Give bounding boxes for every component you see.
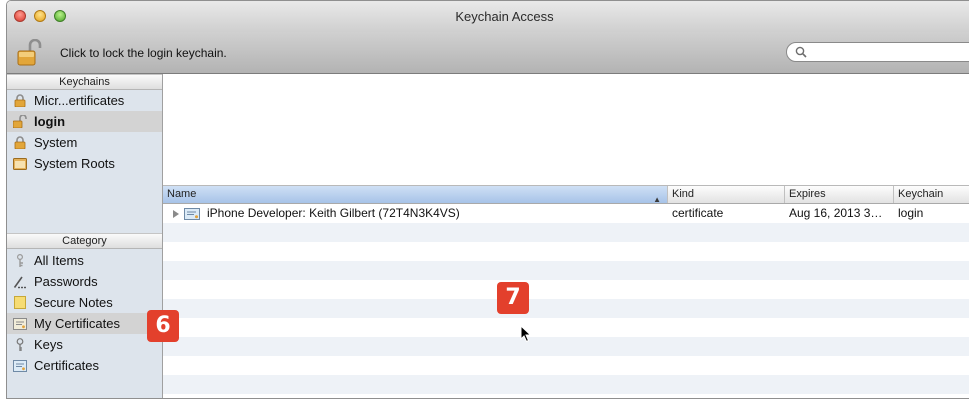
all-items-icon xyxy=(13,253,27,268)
sidebar-item-system-roots[interactable]: System Roots xyxy=(7,153,162,174)
sidebar-item-label: Passwords xyxy=(34,274,98,289)
title-bar: Keychain Access xyxy=(7,1,969,32)
sidebar-item-label: Secure Notes xyxy=(34,295,113,310)
certificate-table: iPhone Developer: Keith Gilbert (72T4N3K… xyxy=(163,204,969,398)
callout-badge-7: 7 xyxy=(497,282,529,314)
cell-kind: certificate xyxy=(672,206,724,220)
toolbar: Click to lock the login keychain. xyxy=(7,32,969,74)
sidebar-item-keys[interactable]: Keys xyxy=(7,334,162,355)
column-header-label: Name xyxy=(167,188,197,200)
sidebar-item-label: All Items xyxy=(34,253,84,268)
cell-name: iPhone Developer: Keith Gilbert (72T4N3K… xyxy=(171,204,661,223)
sidebar-item-certificates[interactable]: Certificates xyxy=(7,355,162,376)
column-header-keychain[interactable]: Keychain xyxy=(894,186,969,203)
table-row[interactable]: iPhone Developer: Keith Gilbert (72T4N3K… xyxy=(163,204,969,223)
cell-keychain: login xyxy=(898,206,924,220)
lock-keychain-text[interactable]: Click to lock the login keychain. xyxy=(60,46,227,60)
column-header-label: Expires xyxy=(789,188,826,200)
column-header-label: Kind xyxy=(672,188,695,200)
window-title: Keychain Access xyxy=(455,9,554,24)
sidebar-item-label: Keys xyxy=(34,337,63,352)
column-header-name[interactable]: Name ▲ xyxy=(163,186,668,204)
certificate-name: iPhone Developer: Keith Gilbert (72T4N3K… xyxy=(207,206,460,220)
lock-icon xyxy=(13,136,27,150)
key-icon xyxy=(13,337,27,352)
sidebar-item-label: Micr...ertificates xyxy=(34,93,125,108)
folder-icon xyxy=(13,157,27,171)
secure-notes-icon xyxy=(13,296,27,310)
sidebar-item-label: System xyxy=(34,135,78,150)
sidebar-item-label: My Certificates xyxy=(34,316,120,331)
certificate-icon xyxy=(13,359,27,373)
column-header-expires[interactable]: Expires xyxy=(785,186,894,203)
open-lock-icon[interactable] xyxy=(16,39,44,67)
sidebar-item-label: Certificates xyxy=(34,358,100,373)
open-lock-icon xyxy=(13,115,27,129)
sidebar-item-passwords[interactable]: Passwords xyxy=(7,271,162,292)
sidebar-item-my-certificates[interactable]: My Certificates xyxy=(7,313,162,334)
item-preview-area xyxy=(163,74,969,186)
certificate-icon xyxy=(13,317,27,331)
search-field[interactable] xyxy=(786,42,969,62)
disclosure-triangle-icon[interactable] xyxy=(171,209,181,219)
certificate-icon xyxy=(184,207,200,220)
sidebar-item-microsoft-certificates[interactable]: Micr...ertificates xyxy=(7,90,162,111)
sidebar-item-system[interactable]: System xyxy=(7,132,162,153)
category-header: Category xyxy=(7,233,162,249)
sidebar-item-secure-notes[interactable]: Secure Notes xyxy=(7,292,162,313)
passwords-icon xyxy=(13,275,27,289)
sidebar: Keychains Micr...ertificates login Syste… xyxy=(7,74,163,398)
sidebar-item-login[interactable]: login xyxy=(7,111,162,132)
sidebar-item-label: System Roots xyxy=(34,156,115,171)
callout-badge-6: 6 xyxy=(147,310,179,342)
mouse-pointer-icon xyxy=(520,325,532,343)
cell-expires: Aug 16, 2013 3… xyxy=(789,206,883,220)
lock-icon xyxy=(13,94,27,108)
keychains-header: Keychains xyxy=(7,74,162,90)
sidebar-item-all-items[interactable]: All Items xyxy=(7,250,162,271)
column-header-kind[interactable]: Kind xyxy=(668,186,785,203)
sidebar-item-label: login xyxy=(34,114,66,129)
table-header: Name ▲ Kind Expires Keychain xyxy=(163,186,969,204)
search-icon xyxy=(795,46,807,58)
column-header-label: Keychain xyxy=(898,188,944,200)
